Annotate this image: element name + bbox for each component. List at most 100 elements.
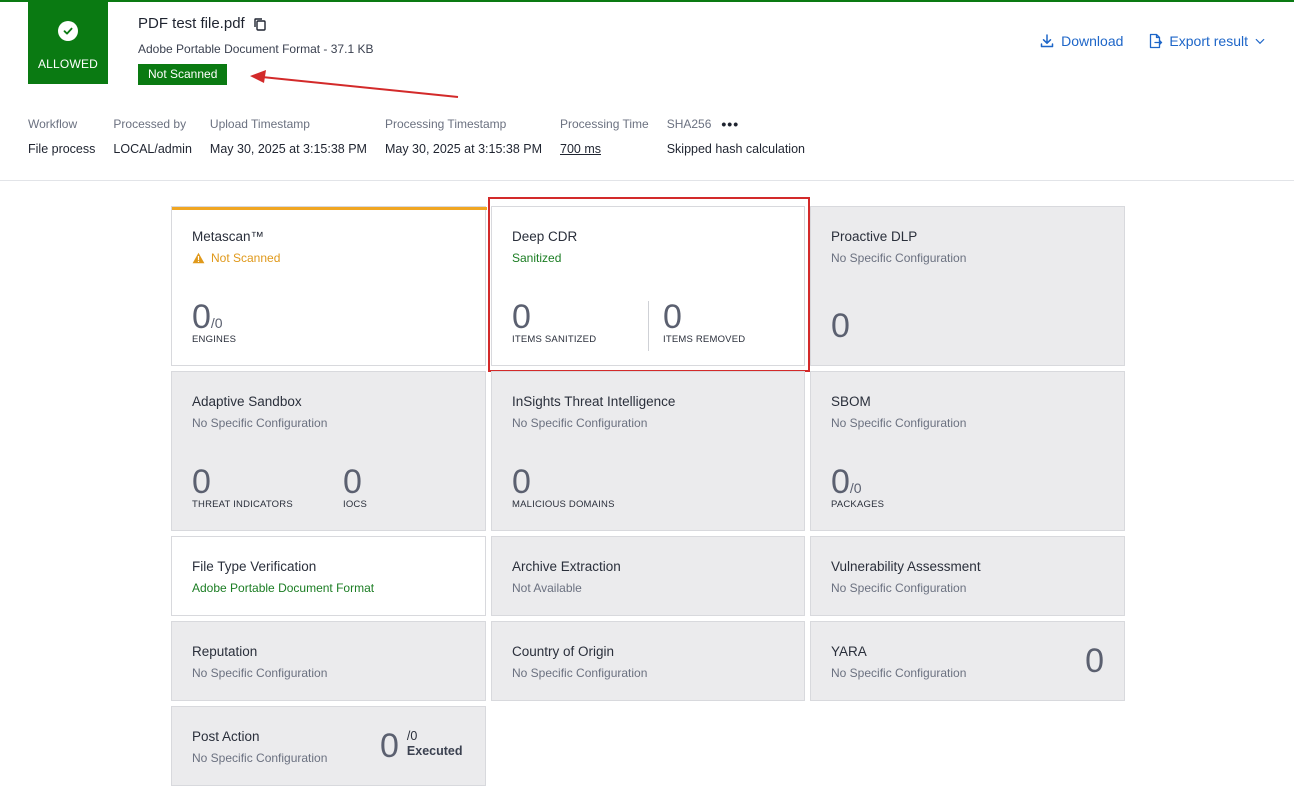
- tile-title: Country of Origin: [512, 644, 615, 659]
- tile-title: Deep CDR: [512, 229, 578, 244]
- metadata-row: Workflow File process Processed by LOCAL…: [28, 116, 823, 156]
- meta-value: File process: [28, 142, 96, 156]
- engines-count: 0: [192, 298, 211, 336]
- packages-caption: PACKAGES: [831, 499, 885, 510]
- file-type-size: Adobe Portable Document Format - 37.1 KB: [138, 42, 374, 56]
- tile-status: No Specific Configuration: [831, 416, 967, 430]
- iocs-caption: IOCS: [343, 499, 368, 510]
- meta-label: Workflow: [28, 117, 78, 131]
- items-sanitized-count: 0: [512, 298, 531, 336]
- post-action-count: 0: [380, 727, 399, 765]
- download-icon: [1040, 34, 1054, 48]
- tile-title: Reputation: [192, 644, 258, 659]
- meta-value: Skipped hash calculation: [666, 142, 805, 156]
- items-removed-caption: ITEMS REMOVED: [663, 334, 746, 345]
- meta-value: May 30, 2025 at 3:15:38 PM: [209, 142, 367, 156]
- tile-title: Archive Extraction: [512, 559, 621, 574]
- tile-status: No Specific Configuration: [192, 416, 328, 430]
- file-name: PDF test file.pdf: [138, 15, 267, 32]
- meta-workflow: Workflow File process: [28, 116, 95, 156]
- chevron-down-icon: [1255, 38, 1265, 45]
- tile-status: No Specific Configuration: [512, 666, 648, 680]
- threat-indicators-stat: 0 THREAT INDICATORS: [192, 465, 293, 510]
- tile-status: No Specific Configuration: [831, 581, 967, 595]
- meta-processing-timestamp: Processing Timestamp May 30, 2025 at 3:1…: [385, 116, 542, 156]
- yara-count: 0: [1085, 642, 1104, 680]
- tile-post-action[interactable]: Post Action No Specific Configuration 0 …: [171, 706, 486, 786]
- meta-upload-timestamp: Upload Timestamp May 30, 2025 at 3:15:38…: [210, 116, 367, 156]
- tile-status: No Specific Configuration: [831, 251, 967, 265]
- tile-status: Sanitized: [512, 251, 562, 265]
- iocs-stat: 0 IOCS: [343, 465, 367, 510]
- header-actions: Download Export result: [1039, 33, 1266, 49]
- meta-label: Processing Timestamp: [384, 117, 507, 131]
- tile-adaptive-sandbox[interactable]: Adaptive Sandbox No Specific Configurati…: [171, 371, 486, 531]
- header-divider: [0, 180, 1294, 181]
- items-sanitized-stat: 0 ITEMS SANITIZED: [512, 300, 596, 345]
- tile-title: YARA: [831, 644, 867, 659]
- export-result-label: Export result: [1169, 33, 1248, 49]
- items-removed-stat: 0 ITEMS REMOVED: [663, 300, 745, 345]
- post-action-executed: Executed: [406, 744, 463, 758]
- download-label: Download: [1061, 33, 1124, 49]
- meta-processing-time: Processing Time 700 ms: [560, 116, 649, 156]
- threat-indicators-caption: THREAT INDICATORS: [192, 499, 293, 510]
- items-sanitized-caption: ITEMS SANITIZED: [512, 334, 597, 345]
- packages-total: /0: [849, 480, 862, 496]
- meta-value: May 30, 2025 at 3:15:38 PM: [384, 142, 542, 156]
- more-options-icon[interactable]: •••: [721, 117, 739, 131]
- warning-icon: [192, 252, 205, 264]
- copy-icon[interactable]: [253, 17, 267, 31]
- iocs-count: 0: [343, 463, 362, 501]
- top-accent-line: [0, 0, 1294, 2]
- meta-value: LOCAL/admin: [113, 142, 192, 156]
- verdict-label: ALLOWED: [37, 57, 99, 71]
- processing-time-link[interactable]: 700 ms: [560, 142, 649, 156]
- tile-status: Not Scanned: [192, 251, 465, 265]
- meta-label: Processing Time: [560, 117, 649, 131]
- post-action-detail: /0 Executed: [407, 729, 463, 759]
- malicious-domains-stat: 0 MALICIOUS DOMAINS: [512, 465, 615, 510]
- tile-status-text: Not Scanned: [211, 251, 281, 265]
- tile-vulnerability-assessment[interactable]: Vulnerability Assessment No Specific Con…: [810, 536, 1125, 616]
- meta-label: Upload Timestamp: [209, 117, 310, 131]
- tile-status: No Specific Configuration: [831, 666, 967, 680]
- tile-sbom[interactable]: SBOM No Specific Configuration 0/0 PACKA…: [810, 371, 1125, 531]
- tile-yara[interactable]: YARA No Specific Configuration 0: [810, 621, 1125, 701]
- tile-proactive-dlp[interactable]: Proactive DLP No Specific Configuration …: [810, 206, 1125, 366]
- tile-country-of-origin[interactable]: Country of Origin No Specific Configurat…: [491, 621, 805, 701]
- tile-insights-threat-intelligence[interactable]: InSights Threat Intelligence No Specific…: [491, 371, 805, 531]
- tile-title: Metascan™: [192, 229, 265, 244]
- dlp-count: 0: [831, 307, 850, 345]
- malicious-domains-count: 0: [512, 463, 531, 501]
- status-badge: Not Scanned: [138, 64, 228, 85]
- tile-status: No Specific Configuration: [512, 416, 648, 430]
- tile-status: Not Available: [512, 581, 582, 595]
- stat-divider: [648, 301, 649, 351]
- tile-title: File Type Verification: [192, 559, 317, 574]
- export-file-icon: [1150, 33, 1163, 49]
- packages-count: 0: [831, 463, 850, 501]
- tile-status: Adobe Portable Document Format: [192, 581, 375, 595]
- engines-total: /0: [210, 315, 223, 331]
- engines-stat: 0/0 ENGINES: [192, 300, 236, 345]
- tile-archive-extraction[interactable]: Archive Extraction Not Available: [491, 536, 805, 616]
- tile-title: Proactive DLP: [831, 229, 918, 244]
- export-result-button[interactable]: Export result: [1147, 33, 1266, 49]
- packages-stat: 0/0 PACKAGES: [831, 465, 884, 510]
- tile-metascan[interactable]: Metascan™ Not Scanned 0/0 ENGINES: [171, 206, 487, 366]
- tile-file-type-verification[interactable]: File Type Verification Adobe Portable Do…: [171, 536, 486, 616]
- tile-title: SBOM: [831, 394, 871, 409]
- meta-label: SHA256 •••: [667, 116, 805, 132]
- sha-label: SHA256: [666, 117, 712, 131]
- tile-title: Vulnerability Assessment: [831, 559, 981, 574]
- engines-caption: ENGINES: [192, 334, 237, 345]
- tile-reputation[interactable]: Reputation No Specific Configuration: [171, 621, 486, 701]
- tile-title: Adaptive Sandbox: [192, 394, 302, 409]
- download-button[interactable]: Download: [1039, 33, 1123, 49]
- check-circle-icon: [58, 21, 78, 41]
- tile-deep-cdr[interactable]: Deep CDR Sanitized 0 ITEMS SANITIZED 0 I…: [491, 206, 805, 366]
- meta-processed-by: Processed by LOCAL/admin: [113, 116, 192, 156]
- post-action-stat: 0 /0 Executed: [380, 729, 463, 763]
- file-name-text: PDF test file.pdf: [138, 15, 245, 32]
